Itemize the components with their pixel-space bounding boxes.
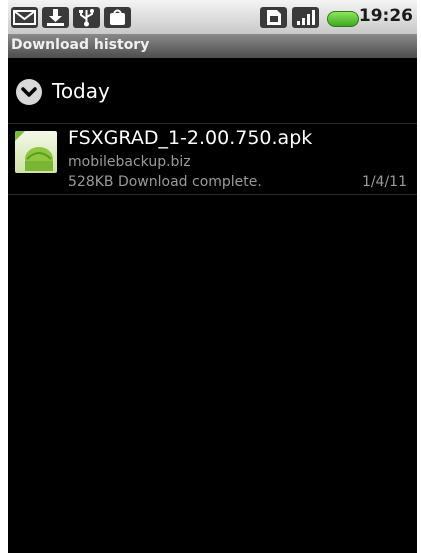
download-complete-icon	[42, 7, 69, 28]
file-name: FSXGRAD_1-2.00.750.apk	[68, 127, 313, 149]
signal-icon	[292, 7, 319, 28]
page-title: Download history	[11, 37, 150, 53]
chevron-down-icon[interactable]	[16, 79, 42, 105]
battery-icon	[327, 11, 359, 27]
gmail-icon	[11, 7, 38, 28]
usb-icon	[73, 7, 100, 28]
clock: 19:26	[358, 6, 413, 26]
download-item[interactable]: FSXGRAD_1-2.00.750.apk mobilebackup.biz …	[8, 124, 417, 194]
sim-card-icon	[260, 7, 287, 28]
group-header-today[interactable]: Today	[8, 68, 417, 116]
download-date: 1/4/11	[361, 174, 407, 190]
android-market-icon	[104, 7, 131, 28]
phone-screen: 19:26 Download history Today FSXGRAD_1-2…	[8, 0, 417, 553]
group-label: Today	[52, 79, 110, 103]
divider	[8, 194, 417, 195]
apk-file-icon	[15, 131, 57, 173]
download-status: 528KB Download complete.	[68, 174, 262, 190]
title-bar: Download history	[8, 34, 417, 58]
download-source: mobilebackup.biz	[68, 154, 191, 170]
status-bar[interactable]: 19:26	[8, 0, 417, 34]
